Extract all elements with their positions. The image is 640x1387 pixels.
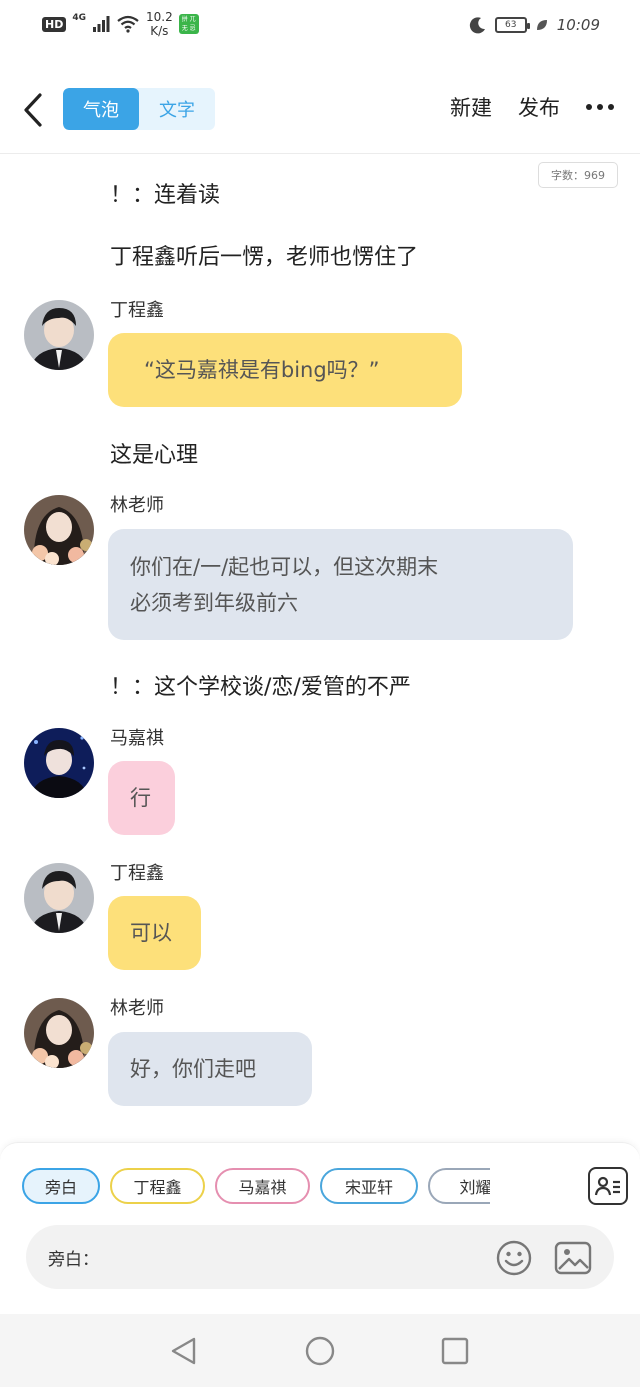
nav-home-button[interactable]	[303, 1334, 337, 1368]
avatar[interactable]	[24, 300, 94, 370]
nav-recents-button[interactable]	[438, 1334, 472, 1368]
battery-icon: 63	[494, 17, 530, 33]
message-bubble[interactable]: 你们在/一/起也可以，但这次期末 必须考到年级前六	[108, 529, 573, 640]
moon-icon	[469, 17, 485, 34]
message-bubble[interactable]: 好，你们走吧	[108, 1032, 312, 1106]
image-icon	[554, 1241, 592, 1275]
narration-line[interactable]: ！：这个学校谈/恋/爱管的不严	[110, 669, 411, 701]
role-chip[interactable]: 刘耀	[428, 1168, 490, 1204]
chevron-left-icon	[24, 93, 42, 127]
avatar[interactable]	[24, 998, 94, 1068]
narration-line[interactable]: ！：连着读	[110, 177, 220, 209]
leaf-icon	[536, 20, 547, 30]
word-count-badge: 字数：969	[538, 162, 618, 188]
network-speed: 10.2 K/s	[146, 10, 173, 38]
composer-panel: 旁白 丁程鑫 马嘉祺 宋亚轩 刘耀 旁白：	[0, 1142, 640, 1314]
image-button[interactable]	[554, 1240, 592, 1276]
speaker-name: 林老师	[110, 495, 164, 516]
narration-line[interactable]: 这是心理	[110, 437, 198, 469]
message-bubble[interactable]: 行	[108, 761, 175, 835]
mode-switch: 气泡 文字	[63, 88, 215, 130]
hd-badge: HD	[42, 16, 67, 32]
speaker-name: 丁程鑫	[110, 300, 164, 321]
manage-roles-button[interactable]	[588, 1167, 628, 1205]
triangle-back-icon	[171, 1337, 196, 1365]
message-line: 你们在/一/起也可以，但这次期末	[130, 554, 439, 579]
role-selector: 旁白 丁程鑫 马嘉祺 宋亚轩 刘耀	[22, 1168, 490, 1208]
signal-icon	[93, 16, 110, 32]
message-line: 必须考到年级前六	[130, 590, 298, 615]
square-recents-icon	[441, 1337, 469, 1365]
publish-button[interactable]: 发布	[518, 92, 560, 122]
wifi-icon	[117, 15, 139, 33]
role-chip[interactable]: 宋亚轩	[320, 1168, 418, 1204]
avatar[interactable]	[24, 863, 94, 933]
role-chip[interactable]: 马嘉祺	[215, 1168, 310, 1204]
narration-line[interactable]: 丁程鑫听后一愣，老师也愣住了	[110, 239, 418, 271]
battery-level: 63	[505, 20, 517, 30]
avatar[interactable]	[24, 728, 94, 798]
input-speaker-label: 旁白：	[48, 1250, 99, 1270]
tab-bubble[interactable]: 气泡	[63, 88, 139, 130]
emoji-button[interactable]	[496, 1240, 532, 1276]
avatar[interactable]	[24, 495, 94, 565]
nav-back-button[interactable]	[166, 1334, 200, 1368]
status-bar: HD 4G 10.2 K/s 拼 兀 无 忌 63 10:09	[0, 0, 640, 56]
speaker-name: 丁程鑫	[110, 863, 164, 884]
smiley-icon	[496, 1240, 532, 1276]
contact-card-icon	[594, 1176, 620, 1196]
speaker-name: 林老师	[110, 998, 164, 1019]
clock: 10:09	[556, 16, 600, 34]
network-type: 4G	[72, 13, 86, 23]
message-input[interactable]: 旁白：	[26, 1225, 614, 1289]
new-button[interactable]: 新建	[450, 92, 492, 122]
back-button[interactable]	[18, 90, 48, 130]
role-chip-narrator[interactable]: 旁白	[22, 1168, 100, 1204]
more-icon[interactable]	[586, 104, 614, 110]
message-bubble[interactable]: 可以	[108, 896, 201, 970]
circle-home-icon	[305, 1336, 335, 1366]
tab-text[interactable]: 文字	[139, 88, 215, 130]
app-notification-icon: 拼 兀 无 忌	[178, 14, 199, 34]
message-bubble[interactable]: “这马嘉祺是有bing吗？”	[108, 333, 462, 407]
role-chip[interactable]: 丁程鑫	[110, 1168, 205, 1204]
speaker-name: 马嘉祺	[110, 728, 164, 749]
header-divider	[0, 153, 640, 154]
system-nav-bar	[0, 1314, 640, 1387]
app-header: 气泡 文字 新建 发布	[0, 72, 640, 148]
